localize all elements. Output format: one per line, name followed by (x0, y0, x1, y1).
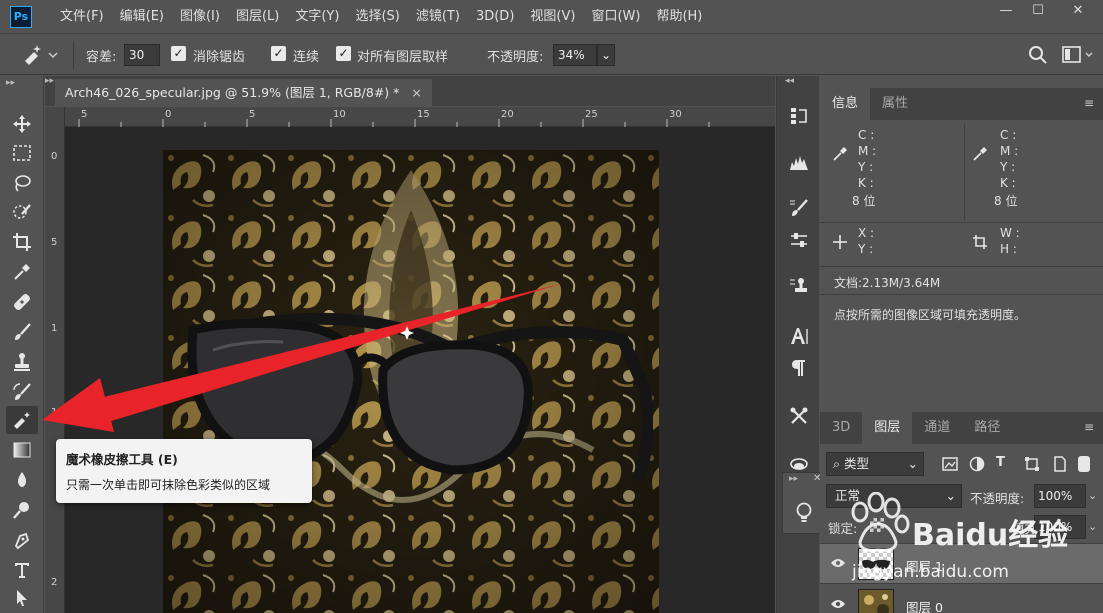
pixel-layer-filter-icon[interactable] (942, 456, 958, 476)
layers-panel-tabs: 3D 图层 通道 路径 (820, 412, 1103, 444)
baidu-paw-icon (851, 492, 910, 552)
adjustment-layer-filter-icon[interactable] (969, 456, 985, 476)
y-coord-label: Y : (858, 242, 874, 256)
tab-info[interactable]: 信息 (820, 88, 871, 120)
brush-settings-panel-icon[interactable] (785, 196, 813, 220)
tab-channels[interactable]: 通道 (912, 412, 962, 444)
tab-layers[interactable]: 图层 (862, 412, 913, 444)
tooltip-title: 魔术橡皮擦工具 (E) (66, 452, 178, 467)
x-coord-label: X : (858, 226, 875, 240)
clone-source-panel-icon[interactable] (785, 274, 813, 298)
watermark-brand: Baidu经验 (912, 518, 1069, 553)
layer-filter-value: 类型 (844, 456, 870, 471)
layer-name: 图层 0 (906, 600, 943, 613)
cmyk-k-label: K : (1000, 176, 1016, 190)
type-layer-filter-icon[interactable]: T (996, 455, 1005, 470)
tool-presets-panel-icon[interactable] (785, 404, 813, 428)
collapse-icon[interactable]: ◂◂ (785, 76, 794, 86)
cmyk-y-label: Y : (858, 160, 874, 174)
info-divider (820, 266, 1103, 267)
info-panel: 信息 属性 ≡ C : M : Y : K : 8 位 C : M : Y : … (820, 88, 1103, 410)
adjustments-panel-icon[interactable] (785, 228, 813, 252)
bit-depth-label: 8 位 (994, 194, 1018, 208)
visibility-eye-icon[interactable] (830, 598, 846, 613)
history-panel-icon[interactable] (785, 104, 813, 128)
visibility-eye-icon[interactable] (830, 557, 846, 573)
cmyk-k-label: K : (858, 176, 874, 190)
smart-object-filter-icon[interactable] (1052, 456, 1068, 476)
info-divider (820, 294, 1103, 295)
tool-hint: 点按所需的图像区域可填充透明度。 (834, 308, 1027, 322)
lightbulb-icon[interactable] (795, 501, 813, 529)
info-divider (820, 222, 1103, 223)
cmyk-c-label: C : (858, 128, 875, 142)
filter-toggle-icon[interactable] (1078, 456, 1090, 472)
tab-properties[interactable]: 属性 (870, 88, 920, 120)
eyedropper-icon (972, 146, 988, 166)
panel-menu-icon[interactable]: ≡ (1084, 420, 1094, 434)
eyedropper-icon (832, 146, 848, 166)
watermark-url: jingyan.baidu.com (852, 562, 1009, 582)
height-label: H : (1000, 242, 1017, 256)
cmyk-y-label: Y : (1000, 160, 1016, 174)
shape-layer-filter-icon[interactable] (1024, 456, 1040, 476)
panel-menu-icon[interactable]: ≡ (1084, 96, 1094, 110)
cursor-icon (400, 326, 414, 340)
crosshair-icon (832, 234, 848, 254)
tooltip-description: 只需一次单击即可抹除色彩类似的区域 (66, 478, 271, 492)
tool-tooltip: 魔术橡皮擦工具 (E) 只需一次单击即可抹除色彩类似的区域 (56, 439, 312, 503)
cmyk-c-label: C : (1000, 128, 1017, 142)
expand-icon[interactable]: ▸▸ (789, 474, 798, 484)
bit-depth-label: 8 位 (852, 194, 876, 208)
histogram-panel-icon[interactable] (785, 150, 813, 174)
baidu-watermark: Baidu经验 jingyan.baidu.com (846, 492, 1096, 592)
layer-filter-dropdown[interactable]: ⌕ 类型 ⌄ (826, 452, 924, 476)
info-divider (964, 124, 965, 220)
tab-paths[interactable]: 路径 (962, 412, 1012, 444)
info-panel-tabs: 信息 属性 (820, 88, 1103, 120)
floating-mini-panel: ▸▸ ✕ (782, 472, 824, 534)
search-icon: ⌕ (833, 456, 841, 471)
document-size: 文档:2.13M/3.64M (834, 276, 941, 290)
layer-thumbnail (858, 589, 894, 613)
cmyk-m-label: M : (858, 144, 877, 158)
character-panel-icon[interactable] (785, 324, 813, 348)
paragraph-panel-icon[interactable] (785, 356, 813, 380)
width-label: W : (1000, 226, 1020, 240)
chevron-down-icon: ⌄ (907, 456, 918, 471)
selection-size-icon (972, 234, 988, 254)
tab-3d[interactable]: 3D (820, 412, 862, 444)
cmyk-m-label: M : (1000, 144, 1019, 158)
